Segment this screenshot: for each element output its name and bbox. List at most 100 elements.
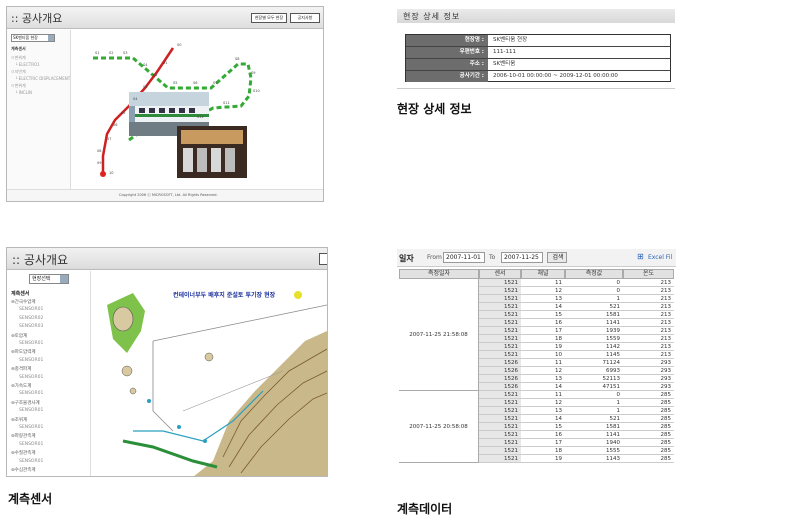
site-detail-panel: 현장 상세 정보 현장명 : SK벤티움 현장 우편번호 : 111-111 주… — [397, 9, 675, 89]
detail-label: 우편번호 : — [406, 47, 488, 58]
excel-icon[interactable]: ⊞ — [637, 252, 644, 261]
tree-group[interactable]: ⊖충격파계 — [11, 366, 31, 372]
table-cell: 16 — [521, 319, 565, 327]
tree-sensor-item[interactable]: SENSOR02 — [19, 316, 43, 321]
tree-sensor-item[interactable]: SENSOR01 — [19, 459, 43, 464]
tree-group[interactable]: ⊖파도압력계 — [11, 349, 35, 355]
site-select[interactable]: SK벤티움 현장 — [11, 34, 55, 42]
tree-group[interactable]: ⊖수심관측계 — [11, 467, 35, 473]
tree-group[interactable]: ⊖구조물경사계 — [11, 400, 40, 406]
table-cell: 12 — [521, 287, 565, 295]
table-cell: 15 — [521, 423, 565, 431]
tree-item[interactable]: ㅁ변위계 — [11, 83, 26, 89]
tree-group[interactable]: ⊖가속도계 — [11, 383, 31, 389]
station-label: 05 — [121, 111, 125, 115]
tree-group[interactable]: ⊖조위계 — [11, 417, 27, 423]
table-cell: 293 — [623, 367, 674, 375]
table-cell: 1521 — [479, 335, 521, 343]
table-cell: 10 — [521, 351, 565, 359]
table-cell: 1521 — [479, 279, 521, 287]
station-label: 07 — [107, 137, 111, 141]
table-cell: 213 — [623, 311, 674, 319]
table-cell: 1141 — [565, 431, 623, 439]
site-map-drawing: 컨테이너부두 배후지 준설토 투기장 현장 — [107, 291, 327, 476]
table-cell: 11 — [521, 279, 565, 287]
table-cell: 521 — [565, 303, 623, 311]
tree-sensor-item[interactable]: SENSOR01 — [19, 408, 43, 413]
tree-sensor-item[interactable]: SENSOR01 — [19, 341, 43, 346]
tree-group[interactable]: ⊖파랑관측계 — [11, 433, 35, 439]
table-cell: 1940 — [565, 439, 623, 447]
station-label: S9 — [251, 71, 255, 75]
to-date-input[interactable]: 2007-11-25 — [501, 252, 543, 263]
tree-item[interactable]: ㅁ지반계 — [11, 69, 26, 75]
caption-site-detail: 현장 상세 정보 — [397, 102, 472, 116]
station-label: S3 — [123, 51, 127, 55]
table-cell: 213 — [623, 303, 674, 311]
tree-group[interactable]: ⊖수질관측계 — [11, 450, 35, 456]
table-cell: 71124 — [565, 359, 623, 367]
table-cell: 13 — [521, 407, 565, 415]
tree-item[interactable]: ㅁ변위계 — [11, 55, 26, 61]
from-date-input[interactable]: 2007-11-01 — [443, 252, 485, 263]
table-cell: 6993 — [565, 367, 623, 375]
tree-item[interactable]: └ INCLIN — [15, 90, 32, 95]
tree-sensor-item[interactable]: SENSOR01 — [19, 307, 43, 312]
column-header: 측정일자 — [399, 269, 479, 279]
search-button[interactable]: 검색 — [547, 252, 567, 263]
tree-sensor-item[interactable]: SENSOR01 — [19, 358, 43, 363]
table-cell: 285 — [623, 447, 674, 455]
table-cell: 18 — [521, 447, 565, 455]
sidebar: 현장선택 계측센서 ⊖간극수압계 SENSOR01 SENSOR02 SENSOR03… — [7, 271, 91, 476]
footer: Copyright 2006 ⓒ MICROSOFT, Ltd. All Rig… — [7, 189, 323, 201]
detail-label: 공사기간 : — [406, 71, 488, 82]
tree-sensor-item[interactable]: SENSOR01 — [19, 391, 43, 396]
tree-sensor-item[interactable]: SENSOR01 — [19, 442, 43, 447]
table-cell: 1521 — [479, 391, 521, 399]
sensor-map-panel: :: 공사개요 현장선택 계측센서 ⊖간극수압계 SENSOR01 SENSOR02… — [6, 247, 328, 477]
table-cell: 213 — [623, 279, 674, 287]
all-sites-button[interactable]: 현장별 모두 현장 — [251, 13, 287, 23]
detail-value: SK벤티움 — [493, 61, 516, 67]
table-cell: 213 — [623, 287, 674, 295]
table-cell: 1143 — [565, 455, 623, 463]
table-cell: 213 — [623, 351, 674, 359]
table-cell: 1526 — [479, 375, 521, 383]
tree-sensor-item[interactable]: SENSOR01 — [19, 425, 43, 430]
header-button[interactable] — [319, 253, 327, 265]
table-cell: 1145 — [565, 351, 623, 359]
notice-button[interactable]: 공지사항 — [290, 13, 320, 23]
table-cell: 13 — [521, 295, 565, 303]
table-cell: 1521 — [479, 415, 521, 423]
map-title: 컨테이너부두 배후지 준설토 투기장 현장 — [173, 291, 276, 299]
station-label: S2 — [109, 51, 113, 55]
panel-header: :: 공사개요 현장별 모두 현장 공지사항 — [7, 7, 323, 29]
tree-item[interactable]: └ ELECTRO1 — [15, 62, 40, 67]
table-cell: 19 — [521, 343, 565, 351]
tree-group[interactable]: ⊖간극수압계 — [11, 299, 35, 305]
site-select[interactable]: 현장선택 — [29, 274, 69, 284]
table-cell: 47151 — [565, 383, 623, 391]
detail-label: 주소 : — [406, 59, 488, 70]
copyright-text: Copyright 2006 ⓒ MICROSOFT, Ltd. All Rig… — [119, 193, 218, 197]
tree-sensor-item[interactable]: SENSOR03 — [19, 324, 43, 329]
station-label: 01 — [163, 61, 167, 65]
detail-value: 111-111 — [493, 49, 516, 55]
table-cell: 1 — [565, 295, 623, 303]
tree-group[interactable]: ⊖토압계 — [11, 333, 27, 339]
table-cell: 52113 — [565, 375, 623, 383]
station-label: 09 — [97, 161, 101, 165]
measure-date-cell: 2007-11-25 20:58:08 — [399, 391, 479, 463]
excel-file-link[interactable]: Excel Fil — [648, 254, 672, 261]
table-cell: 213 — [623, 327, 674, 335]
tree-item[interactable]: └ ELECTRIC DISPLACEMENT — [15, 76, 70, 81]
station-label: S11 — [223, 101, 230, 105]
table-cell: 18 — [521, 335, 565, 343]
tree-sensor-item[interactable]: SENSOR01 — [19, 375, 43, 380]
table-cell: 14 — [521, 303, 565, 311]
table-cell: 1581 — [565, 423, 623, 431]
table-cell: 1526 — [479, 383, 521, 391]
panel-title: :: 공사개요 — [11, 12, 63, 25]
detail-row: 우편번호 : 111-111 — [406, 47, 670, 59]
measure-date-cell: 2007-11-25 21:58:08 — [399, 279, 479, 391]
